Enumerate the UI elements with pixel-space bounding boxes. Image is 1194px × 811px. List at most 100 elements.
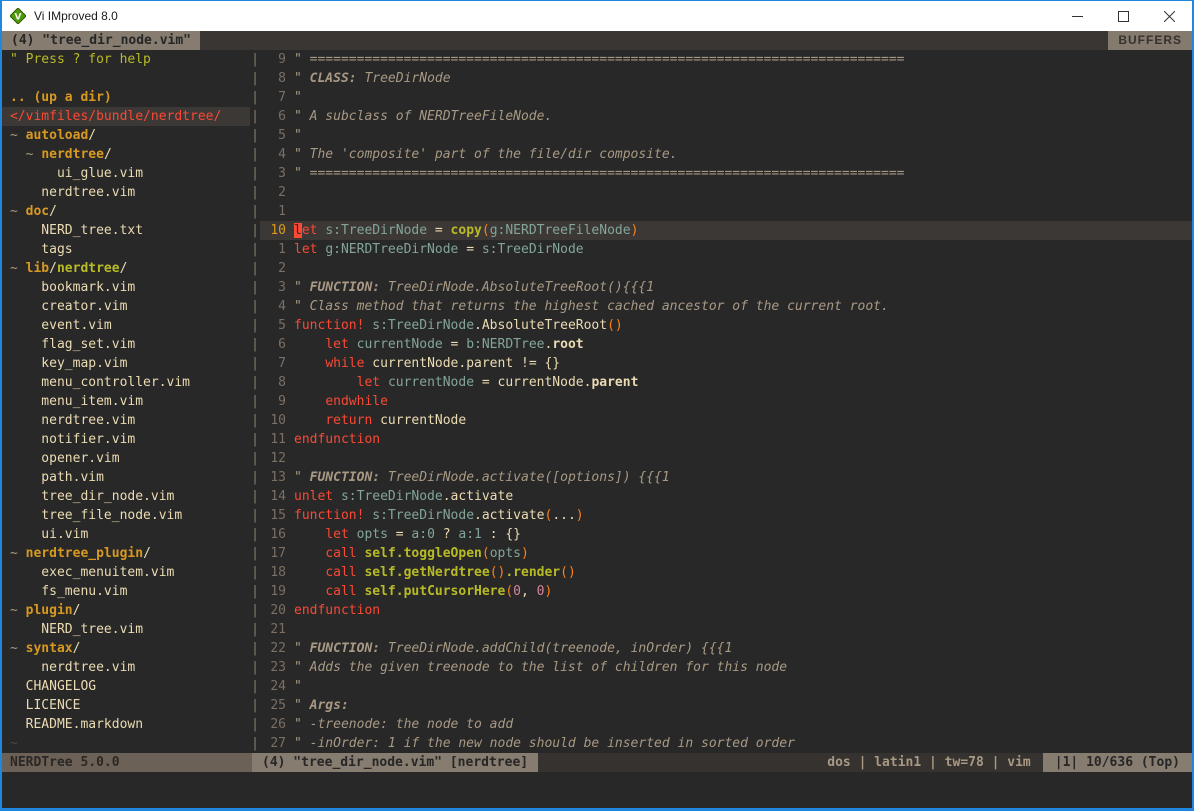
- tree-row[interactable]: ~ nerdtree/: [2, 145, 250, 164]
- tree-row[interactable]: flag_set.vim: [2, 335, 250, 354]
- title-bar[interactable]: V Vi IMproved 8.0: [2, 1, 1192, 31]
- code-line[interactable]: 14unlet s:TreeDirNode.activate: [260, 487, 1192, 506]
- tree-row[interactable]: ~ lib/nerdtree/: [2, 259, 250, 278]
- tree-row[interactable]: ~ autoload/: [2, 126, 250, 145]
- code-line[interactable]: 4" Class method that returns the highest…: [260, 297, 1192, 316]
- code-text: call self.toggleOpen(opts): [294, 546, 529, 561]
- tree-row[interactable]: creator.vim: [2, 297, 250, 316]
- tree-row[interactable]: nerdtree.vim: [2, 183, 250, 202]
- splitter-glyph: |: [250, 658, 260, 677]
- buffers-label: BUFFERS: [1108, 31, 1192, 50]
- line-number: 17: [260, 544, 286, 563]
- close-button[interactable]: [1146, 1, 1192, 31]
- code-line[interactable]: 26" -treenode: the node to add: [260, 715, 1192, 734]
- line-number: 1: [260, 240, 286, 259]
- code-line[interactable]: 20endfunction: [260, 601, 1192, 620]
- code-line[interactable]: 24": [260, 677, 1192, 696]
- code-line[interactable]: 22" FUNCTION: TreeDirNode.addChild(treen…: [260, 639, 1192, 658]
- code-line[interactable]: 5function! s:TreeDirNode.AbsoluteTreeRoo…: [260, 316, 1192, 335]
- tree-row[interactable]: menu_item.vim: [2, 392, 250, 411]
- splitter-glyph: |: [250, 50, 260, 69]
- code-line[interactable]: 6" A subclass of NERDTreeFileNode.: [260, 107, 1192, 126]
- code-line[interactable]: 18 call self.getNerdtree().render(): [260, 563, 1192, 582]
- code-line[interactable]: 10 return currentNode: [260, 411, 1192, 430]
- tree-row[interactable]: tags: [2, 240, 250, 259]
- code-text: " -inOrder: 1 if the new node should be …: [294, 736, 795, 751]
- code-line[interactable]: 12: [260, 449, 1192, 468]
- tree-row[interactable]: key_map.vim: [2, 354, 250, 373]
- code-line[interactable]: 25" Args:: [260, 696, 1192, 715]
- maximize-button[interactable]: [1100, 1, 1146, 31]
- code-line[interactable]: 3" FUNCTION: TreeDirNode.AbsoluteTreeRoo…: [260, 278, 1192, 297]
- code-line[interactable]: 19 call self.putCursorHere(0, 0): [260, 582, 1192, 601]
- code-line[interactable]: 5": [260, 126, 1192, 145]
- tree-row[interactable]: LICENCE: [2, 696, 250, 715]
- code-line[interactable]: 15function! s:TreeDirNode.activate(...): [260, 506, 1192, 525]
- tree-row[interactable]: path.vim: [2, 468, 250, 487]
- code-line-current[interactable]: 10let s:TreeDirNode = copy(g:NERDTreeFil…: [260, 221, 1192, 240]
- tree-row[interactable]: NERD_tree.txt: [2, 221, 250, 240]
- command-line[interactable]: [2, 772, 1192, 808]
- code-line[interactable]: 7 while currentNode.parent != {}: [260, 354, 1192, 373]
- tree-row[interactable]: ui_glue.vim: [2, 164, 250, 183]
- tree-row[interactable]: ~ nerdtree_plugin/: [2, 544, 250, 563]
- code-line[interactable]: 1: [260, 202, 1192, 221]
- editor-buffer: 9" =====================================…: [260, 50, 1192, 753]
- code-line[interactable]: 16 let opts = a:0 ? a:1 : {}: [260, 525, 1192, 544]
- splitter-glyph: |: [250, 639, 260, 658]
- window-splitter[interactable]: |||||||||||||||||||||||||||||||||||||: [250, 50, 260, 753]
- tree-row[interactable]: fs_menu.vim: [2, 582, 250, 601]
- vim-logo-icon: V: [10, 8, 26, 24]
- tree-row[interactable]: bookmark.vim: [2, 278, 250, 297]
- line-number: 5: [260, 126, 286, 145]
- tree-row[interactable]: opener.vim: [2, 449, 250, 468]
- tree-row[interactable]: " Press ? for help: [2, 50, 250, 69]
- code-line[interactable]: 9 endwhile: [260, 392, 1192, 411]
- tree-row[interactable]: .. (up a dir): [2, 88, 250, 107]
- code-text: let g:NERDTreeDirNode = s:TreeDirNode: [294, 242, 584, 257]
- code-line[interactable]: 4" The 'composite' part of the file/dir …: [260, 145, 1192, 164]
- code-line[interactable]: 11endfunction: [260, 430, 1192, 449]
- tree-root-path[interactable]: </vimfiles/bundle/nerdtree/: [2, 107, 250, 126]
- code-text: while currentNode.parent != {}: [294, 356, 560, 371]
- tree-row[interactable]: nerdtree.vim: [2, 411, 250, 430]
- splitter-glyph: |: [250, 392, 260, 411]
- code-text: endwhile: [294, 394, 388, 409]
- tree-row[interactable]: README.markdown: [2, 715, 250, 734]
- tree-row[interactable]: tree_dir_node.vim: [2, 487, 250, 506]
- splitter-glyph: |: [250, 316, 260, 335]
- code-line[interactable]: 2: [260, 183, 1192, 202]
- code-line[interactable]: 8 let currentNode = currentNode.parent: [260, 373, 1192, 392]
- tree-row[interactable]: event.vim: [2, 316, 250, 335]
- tree-row[interactable]: ~ syntax/: [2, 639, 250, 658]
- splitter-glyph: |: [250, 335, 260, 354]
- code-line[interactable]: 8" CLASS: TreeDirNode: [260, 69, 1192, 88]
- code-line[interactable]: 7": [260, 88, 1192, 107]
- code-line[interactable]: 9" =====================================…: [260, 50, 1192, 69]
- minimize-button[interactable]: [1054, 1, 1100, 31]
- tree-row[interactable]: notifier.vim: [2, 430, 250, 449]
- tree-row[interactable]: menu_controller.vim: [2, 373, 250, 392]
- tree-row[interactable]: tree_file_node.vim: [2, 506, 250, 525]
- tree-row[interactable]: ~ doc/: [2, 202, 250, 221]
- statusline-filename: (4) "tree_dir_node.vim" [nerdtree]: [252, 753, 538, 772]
- code-line[interactable]: 23" Adds the given treenode to the list …: [260, 658, 1192, 677]
- splitter-glyph: |: [250, 696, 260, 715]
- code-line[interactable]: 27" -inOrder: 1 if the new node should b…: [260, 734, 1192, 753]
- code-line[interactable]: 3" =====================================…: [260, 164, 1192, 183]
- tree-row[interactable]: NERD_tree.vim: [2, 620, 250, 639]
- code-line[interactable]: 2: [260, 259, 1192, 278]
- code-line[interactable]: 21: [260, 620, 1192, 639]
- tree-row[interactable]: exec_menuitem.vim: [2, 563, 250, 582]
- code-line[interactable]: 17 call self.toggleOpen(opts): [260, 544, 1192, 563]
- tree-row[interactable]: ui.vim: [2, 525, 250, 544]
- tree-row[interactable]: CHANGELOG: [2, 677, 250, 696]
- code-text: " Class method that returns the highest …: [294, 299, 889, 314]
- code-line[interactable]: 13" FUNCTION: TreeDirNode.activate([opti…: [260, 468, 1192, 487]
- tree-row[interactable]: nerdtree.vim: [2, 658, 250, 677]
- code-line[interactable]: 1 let g:NERDTreeDirNode = s:TreeDirNode: [260, 240, 1192, 259]
- line-number: 6: [260, 335, 286, 354]
- tree-row[interactable]: ~ plugin/: [2, 601, 250, 620]
- code-line[interactable]: 6 let currentNode = b:NERDTree.root: [260, 335, 1192, 354]
- tab-tree-dir-node[interactable]: (4) "tree_dir_node.vim": [2, 31, 200, 50]
